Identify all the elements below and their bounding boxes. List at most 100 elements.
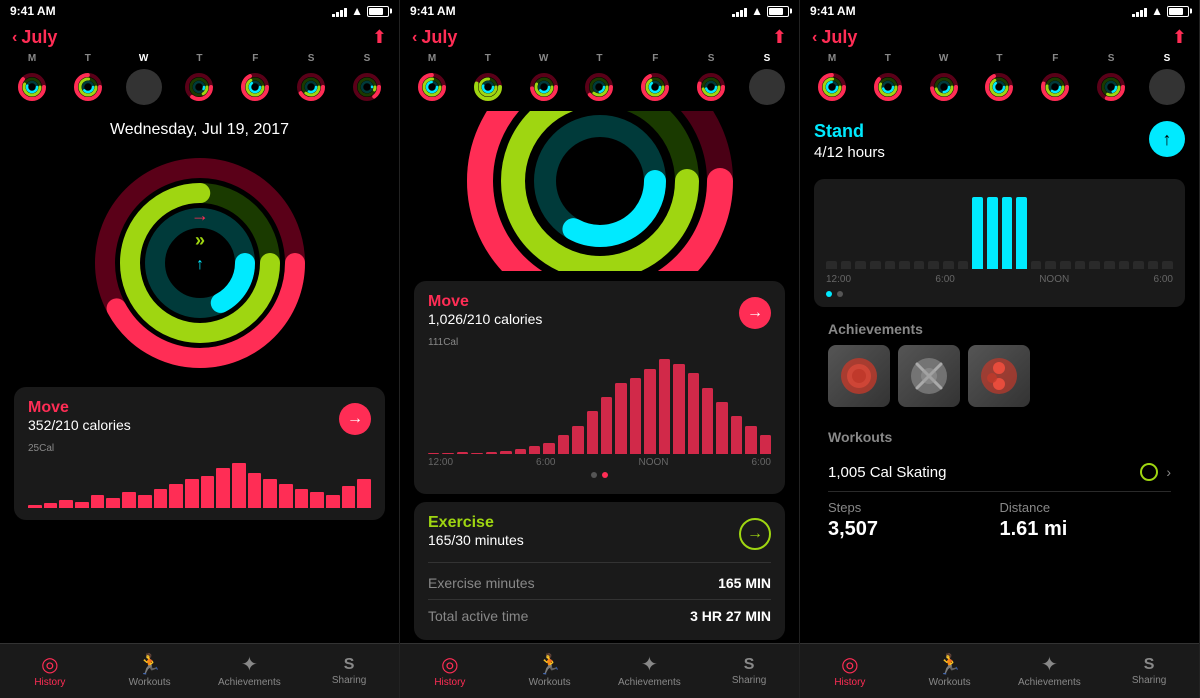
stand-up-button[interactable]: ↑ — [1149, 121, 1185, 157]
stand-pagination — [826, 285, 1173, 301]
tab-achievements-2[interactable]: ✦ Achievements — [600, 655, 700, 688]
achievement-2[interactable] — [898, 345, 960, 407]
signal-icon-1 — [332, 6, 347, 17]
sharing-icon-1: S — [344, 657, 355, 673]
svg-text:»: » — [194, 230, 204, 250]
mini-ring-sat[interactable] — [291, 67, 331, 107]
mini-ring-thu[interactable] — [179, 67, 219, 107]
p3-mini-wed[interactable] — [924, 67, 964, 107]
p2-mini-tue[interactable] — [468, 67, 508, 107]
battery-icon-1 — [367, 6, 389, 17]
p3-mini-sat[interactable] — [1091, 67, 1131, 107]
main-content-3: Stand 4/12 hours ↑ 12:00 6:00 NOON 6:00 … — [800, 111, 1199, 643]
p2-mini-thu[interactable] — [579, 67, 619, 107]
stand-subtitle: 4/12 hours — [814, 144, 885, 161]
month-nav-1[interactable]: ‹ July — [12, 27, 57, 48]
large-ring-p2 — [400, 111, 799, 271]
chart-cal-label: 25Cal — [28, 443, 371, 454]
p2-mini-sat[interactable] — [691, 67, 731, 107]
tab-achievements-3[interactable]: ✦ Achievements — [1000, 655, 1100, 688]
move-nav-1[interactable]: → — [339, 403, 371, 435]
stand-dot-1 — [826, 291, 832, 297]
tab-history-3[interactable]: ◎ History — [800, 655, 900, 688]
history-label-1: History — [34, 677, 65, 688]
exercise-title-2: Exercise — [428, 514, 524, 532]
tab-history-2[interactable]: ◎ History — [400, 655, 500, 688]
day-t2: T — [179, 53, 219, 64]
share-button-1[interactable]: ⬆ — [372, 27, 387, 48]
move-nav-2[interactable]: → — [739, 297, 771, 329]
steps-label: Steps — [828, 500, 1000, 515]
achievement-3[interactable] — [968, 345, 1030, 407]
workout-right: › — [1140, 463, 1171, 481]
mini-ring-mon[interactable] — [12, 67, 52, 107]
sharing-icon-3: S — [1144, 657, 1155, 673]
dot-2 — [602, 472, 608, 478]
p3-mini-thu[interactable] — [979, 67, 1019, 107]
workouts-label-2: Workouts — [529, 677, 571, 688]
month-label-3: July — [821, 27, 857, 48]
tab-workouts-2[interactable]: 🏃 Workouts — [500, 655, 600, 688]
p3-mini-sun[interactable] — [1147, 67, 1187, 107]
sharing-label-3: Sharing — [1132, 675, 1166, 686]
month-row-3: ‹ July ⬆ — [812, 27, 1187, 48]
achievements-label-3: Achievements — [1018, 677, 1081, 688]
time-3: 9:41 AM — [810, 4, 856, 18]
mini-ring-fri[interactable] — [235, 67, 275, 107]
mini-ring-tue[interactable] — [68, 67, 108, 107]
tab-sharing-2[interactable]: S Sharing — [699, 657, 799, 686]
time-1: 9:41 AM — [10, 4, 56, 18]
panel-1: 9:41 AM ▲ ‹ July ⬆ M T W T — [0, 0, 400, 698]
workout-circle — [1140, 463, 1158, 481]
mini-ring-wed[interactable] — [124, 67, 164, 107]
tab-sharing-3[interactable]: S Sharing — [1099, 657, 1199, 686]
achievements-section: Achievements — [814, 321, 1185, 429]
status-bar-2: 9:41 AM ▲ — [400, 0, 799, 22]
p2-mini-wed[interactable] — [524, 67, 564, 107]
exercise-nav-2[interactable]: → — [739, 518, 771, 550]
status-bar-3: 9:41 AM ▲ — [800, 0, 1199, 22]
achievements-title: Achievements — [828, 321, 1171, 337]
month-nav-2[interactable]: ‹ July — [412, 27, 457, 48]
status-bar-1: 9:41 AM ▲ — [0, 0, 399, 22]
big-ring-1: → » ↑ — [14, 153, 385, 373]
tab-history-1[interactable]: ◎ History — [0, 655, 100, 688]
history-icon-2: ◎ — [441, 655, 458, 675]
p3-mini-fri[interactable] — [1035, 67, 1075, 107]
divider-1 — [428, 562, 771, 563]
main-content-1: Wednesday, Jul 19, 2017 → » ↑ — [0, 111, 399, 643]
stats-row: Steps 3,507 Distance 1.61 mi — [828, 500, 1171, 541]
p2-mini-mon[interactable] — [412, 67, 452, 107]
sharing-label-2: Sharing — [732, 675, 766, 686]
back-chevron-1[interactable]: ‹ — [12, 29, 17, 47]
history-icon-1: ◎ — [41, 655, 58, 675]
achievements-label-2: Achievements — [618, 677, 681, 688]
day-w-today: W — [124, 53, 164, 64]
move-info: Move 352/210 calories — [28, 399, 131, 439]
p2-mini-fri[interactable] — [635, 67, 675, 107]
workout-name: 1,005 Cal Skating — [828, 464, 946, 481]
workout-item[interactable]: 1,005 Cal Skating › — [828, 453, 1171, 492]
back-chevron-2[interactable]: ‹ — [412, 29, 417, 47]
steps-stat: Steps 3,507 — [828, 500, 1000, 541]
month-nav-3[interactable]: ‹ July — [812, 27, 857, 48]
move-card-1: Move 352/210 calories → 25Cal — [14, 387, 385, 520]
move-header-1: Move 352/210 calories → — [28, 399, 371, 439]
p3-mini-tue[interactable] — [868, 67, 908, 107]
p3-mini-mon[interactable] — [812, 67, 852, 107]
achievement-1[interactable] — [828, 345, 890, 407]
stand-chart-labels: 12:00 6:00 NOON 6:00 — [826, 274, 1173, 285]
workouts-label-1: Workouts — [129, 677, 171, 688]
tab-workouts-3[interactable]: 🏃 Workouts — [900, 655, 1000, 688]
workouts-section: Workouts 1,005 Cal Skating › Steps 3,507… — [814, 429, 1185, 541]
mini-ring-sun[interactable] — [347, 67, 387, 107]
share-button-2[interactable]: ⬆ — [772, 27, 787, 48]
back-chevron-3[interactable]: ‹ — [812, 29, 817, 47]
tab-sharing-1[interactable]: S Sharing — [299, 657, 399, 686]
svg-text:→: → — [191, 205, 209, 225]
p2-mini-sun[interactable] — [747, 67, 787, 107]
share-button-3[interactable]: ⬆ — [1172, 27, 1187, 48]
achievements-icon-2: ✦ — [641, 655, 658, 675]
tab-achievements-1[interactable]: ✦ Achievements — [200, 655, 300, 688]
tab-workouts-1[interactable]: 🏃 Workouts — [100, 655, 200, 688]
